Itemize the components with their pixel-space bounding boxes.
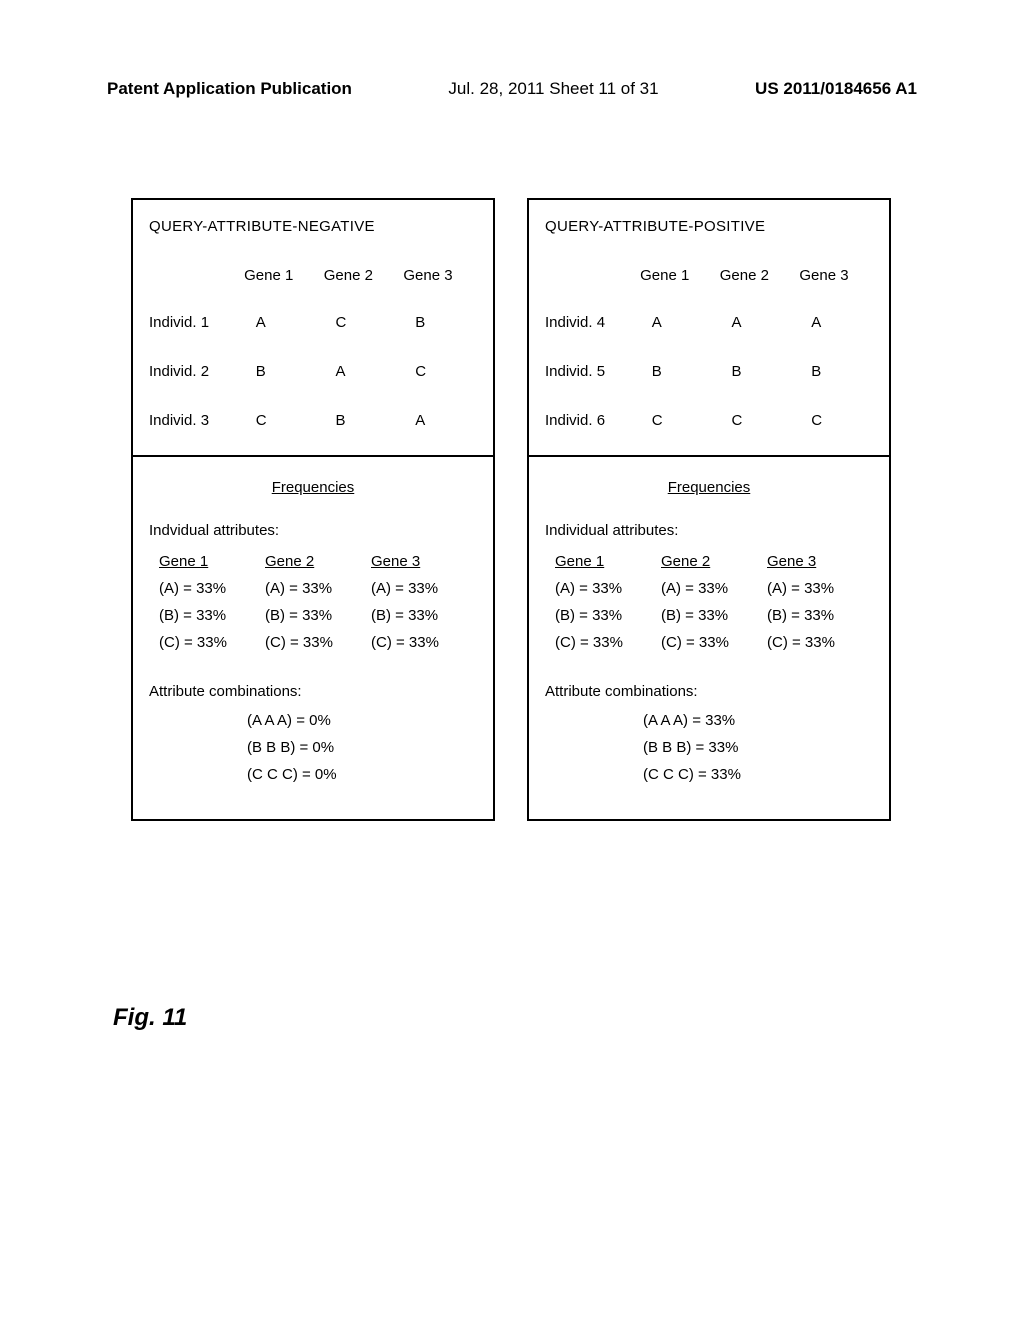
table-row: Individ. 2 B A C: [149, 363, 477, 380]
negative-panel-top: QUERY-ATTRIBUTE-NEGATIVE Gene 1 Gene 2 G…: [133, 200, 493, 457]
positive-comb-2: (C C C) = 33%: [643, 766, 873, 783]
positive-title: QUERY-ATTRIBUTE-POSITIVE: [545, 218, 873, 235]
negative-freq-col-2: Gene 2 (A) = 33% (B) = 33% (C) = 33%: [265, 553, 371, 661]
freq-value: (C) = 33%: [371, 634, 477, 651]
freq-value: (A) = 33%: [159, 580, 265, 597]
positive-row-0-val-1: A: [714, 314, 794, 331]
negative-panel-bottom: Frequencies Indvidual attributes: Gene 1…: [133, 457, 493, 819]
positive-gene-header-row: Gene 1 Gene 2 Gene 3: [545, 267, 873, 284]
negative-row-1-val-0: B: [238, 363, 318, 380]
positive-gene-table: Gene 1 Gene 2 Gene 3 Individ. 4 A A A In…: [545, 267, 873, 429]
freq-value: (B) = 33%: [661, 607, 767, 624]
table-row: Individ. 1 A C B: [149, 314, 477, 331]
header-patent-number: US 2011/0184656 A1: [755, 79, 917, 99]
negative-indiv-attributes-label: Indvidual attributes:: [149, 522, 477, 539]
negative-gene-header-row: Gene 1 Gene 2 Gene 3: [149, 267, 477, 284]
freq-value: (A) = 33%: [555, 580, 661, 597]
positive-comb-1: (B B B) = 33%: [643, 739, 873, 756]
positive-row-1-label: Individ. 5: [545, 363, 634, 380]
negative-row-1-label: Individ. 2: [149, 363, 238, 380]
positive-row-1-val-0: B: [634, 363, 714, 380]
negative-row-1-val-1: A: [318, 363, 398, 380]
positive-freq-header-2: Gene 2: [661, 553, 767, 570]
page-header: Patent Application Publication Jul. 28, …: [0, 79, 1024, 99]
negative-row-2-label: Individ. 3: [149, 412, 238, 429]
positive-attribute-combinations-label: Attribute combinations:: [545, 683, 873, 700]
header-publication: Patent Application Publication: [107, 79, 352, 99]
positive-row-0-val-0: A: [634, 314, 714, 331]
negative-comb-2: (C C C) = 0%: [247, 766, 477, 783]
freq-value: (C) = 33%: [767, 634, 873, 651]
freq-value: (A) = 33%: [371, 580, 477, 597]
freq-value: (C) = 33%: [265, 634, 371, 651]
table-row: Individ. 3 C B A: [149, 412, 477, 429]
negative-row-0-val-1: C: [318, 314, 398, 331]
positive-row-0-label: Individ. 4: [545, 314, 634, 331]
positive-row-1-val-1: B: [714, 363, 794, 380]
negative-freq-header-1: Gene 1: [159, 553, 265, 570]
positive-freq-header-3: Gene 3: [767, 553, 873, 570]
negative-row-2-val-2: A: [397, 412, 477, 429]
positive-freq-col-1: Gene 1 (A) = 33% (B) = 33% (C) = 33%: [555, 553, 661, 661]
negative-freq-columns: Gene 1 (A) = 33% (B) = 33% (C) = 33% Gen…: [159, 553, 477, 661]
negative-freq-col-3: Gene 3 (A) = 33% (B) = 33% (C) = 33%: [371, 553, 477, 661]
freq-value: (B) = 33%: [767, 607, 873, 624]
freq-value: (C) = 33%: [555, 634, 661, 651]
negative-gene-table: Gene 1 Gene 2 Gene 3 Individ. 1 A C B In…: [149, 267, 477, 429]
freq-value: (A) = 33%: [767, 580, 873, 597]
negative-row-0-val-0: A: [238, 314, 318, 331]
freq-value: (B) = 33%: [555, 607, 661, 624]
negative-row-2-val-1: B: [318, 412, 398, 429]
positive-row-2-label: Individ. 6: [545, 412, 634, 429]
positive-row-2-val-0: C: [634, 412, 714, 429]
freq-value: (B) = 33%: [265, 607, 371, 624]
negative-row-2-val-0: C: [238, 412, 318, 429]
positive-row-0-val-2: A: [793, 314, 873, 331]
positive-freq-title: Frequencies: [545, 479, 873, 496]
positive-freq-col-2: Gene 2 (A) = 33% (B) = 33% (C) = 33%: [661, 553, 767, 661]
freq-value: (B) = 33%: [371, 607, 477, 624]
positive-panel: QUERY-ATTRIBUTE-POSITIVE Gene 1 Gene 2 G…: [527, 198, 891, 821]
negative-attribute-combinations-label: Attribute combinations:: [149, 683, 477, 700]
figure-label: Fig. 11: [113, 1004, 187, 1032]
negative-title: QUERY-ATTRIBUTE-NEGATIVE: [149, 218, 477, 235]
positive-row-2-val-1: C: [714, 412, 794, 429]
positive-row-1-val-2: B: [793, 363, 873, 380]
freq-value: (C) = 33%: [661, 634, 767, 651]
freq-value: (C) = 33%: [159, 634, 265, 651]
negative-freq-title: Frequencies: [149, 479, 477, 496]
positive-freq-col-3: Gene 3 (A) = 33% (B) = 33% (C) = 33%: [767, 553, 873, 661]
freq-value: (A) = 33%: [265, 580, 371, 597]
negative-panel: QUERY-ATTRIBUTE-NEGATIVE Gene 1 Gene 2 G…: [131, 198, 495, 821]
header-date-sheet: Jul. 28, 2011 Sheet 11 of 31: [448, 79, 658, 99]
negative-comb-1: (B B B) = 0%: [247, 739, 477, 756]
negative-freq-col-1: Gene 1 (A) = 33% (B) = 33% (C) = 33%: [159, 553, 265, 661]
positive-freq-header-1: Gene 1: [555, 553, 661, 570]
positive-comb-0: (A A A) = 33%: [643, 712, 873, 729]
table-row: Individ. 6 C C C: [545, 412, 873, 429]
positive-gene-header-1: Gene 1: [634, 267, 714, 284]
negative-comb-0: (A A A) = 0%: [247, 712, 477, 729]
freq-value: (A) = 33%: [661, 580, 767, 597]
positive-freq-columns: Gene 1 (A) = 33% (B) = 33% (C) = 33% Gen…: [555, 553, 873, 661]
positive-row-2-val-2: C: [793, 412, 873, 429]
negative-freq-header-3: Gene 3: [371, 553, 477, 570]
positive-panel-bottom: Frequencies Individual attributes: Gene …: [529, 457, 889, 819]
negative-row-1-val-2: C: [397, 363, 477, 380]
positive-gene-header-2: Gene 2: [714, 267, 794, 284]
table-row: Individ. 5 B B B: [545, 363, 873, 380]
positive-indiv-attributes-label: Individual attributes:: [545, 522, 873, 539]
freq-value: (B) = 33%: [159, 607, 265, 624]
positive-panel-top: QUERY-ATTRIBUTE-POSITIVE Gene 1 Gene 2 G…: [529, 200, 889, 457]
negative-gene-header-3: Gene 3: [397, 267, 477, 284]
table-row: Individ. 4 A A A: [545, 314, 873, 331]
negative-row-0-val-2: B: [397, 314, 477, 331]
negative-row-0-label: Individ. 1: [149, 314, 238, 331]
panels-container: QUERY-ATTRIBUTE-NEGATIVE Gene 1 Gene 2 G…: [131, 198, 891, 821]
negative-gene-header-2: Gene 2: [318, 267, 398, 284]
negative-freq-header-2: Gene 2: [265, 553, 371, 570]
positive-gene-header-3: Gene 3: [793, 267, 873, 284]
negative-gene-header-1: Gene 1: [238, 267, 318, 284]
